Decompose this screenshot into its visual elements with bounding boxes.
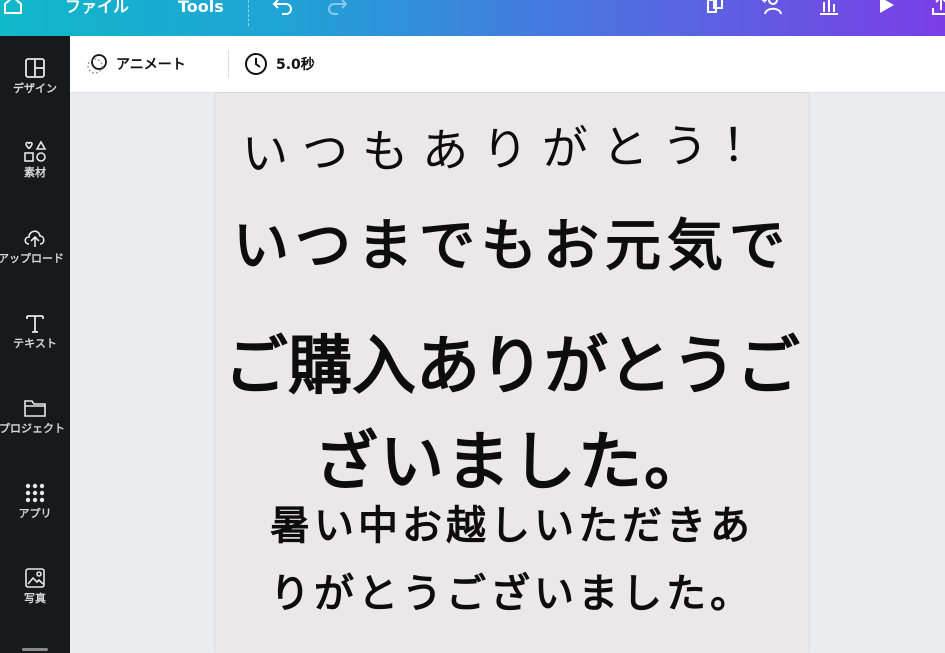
text-line-visit-1[interactable]: 暑い中お越しいただきあ [216, 493, 808, 551]
text-icon [26, 315, 44, 333]
text-line-thanks[interactable]: いつもありがとう！ [216, 108, 808, 184]
sidebar-item-apps[interactable]: アプリ [0, 481, 70, 541]
redo-icon[interactable] [326, 0, 348, 16]
text-line-stay-well[interactable]: いつまでもお元気で [216, 201, 808, 282]
undo-icon[interactable] [272, 0, 294, 16]
sidebar-item-design[interactable]: デザイン [0, 56, 70, 116]
more-items-hint [22, 648, 48, 651]
duration-button[interactable]: 5.0秒 [244, 52, 315, 76]
tools-menu[interactable]: Tools [178, 0, 224, 18]
apps-icon [25, 483, 45, 503]
home-icon[interactable] [2, 0, 24, 16]
text-line-visit-2[interactable]: りがとうございました。 [216, 561, 808, 619]
upload-icon [24, 230, 45, 247]
sidebar-item-text[interactable]: テキスト [0, 311, 70, 371]
sidebar-item-label: アップロード [0, 252, 64, 265]
sidebar-item-label: 写真 [24, 592, 46, 605]
photo-icon [25, 568, 45, 588]
topbar-divider [248, 0, 250, 26]
sidebar-item-label: アプリ [18, 507, 52, 520]
upload-share-icon[interactable] [930, 0, 945, 16]
sidebar-item-elements[interactable]: 素材 [0, 140, 70, 200]
sidebar-item-label: プロジェクト [0, 422, 65, 435]
animate-icon [87, 54, 107, 74]
sidebar-item-projects[interactable]: プロジェクト [0, 396, 70, 456]
duration-label: 5.0秒 [276, 57, 315, 73]
left-sidebar: デザイン 素材 アップロード テキスト プロジェクト アプリ 写真 [0, 36, 70, 653]
design-page[interactable]: いつもありがとう！ いつまでもお元気で ご購入ありがとうご ざいました。 暑い中… [216, 93, 808, 653]
folder-icon [24, 400, 46, 417]
animate-label: アニメート [116, 57, 186, 73]
text-line-purchase-1[interactable]: ご購入ありがとうご [216, 315, 808, 407]
clock-icon [245, 53, 267, 75]
resize-icon[interactable] [704, 0, 726, 16]
sidebar-item-label: デザイン [13, 82, 57, 95]
top-menu-bar: ファイル Tools [0, 0, 945, 36]
sidebar-item-label: 素材 [24, 166, 46, 179]
sidebar-item-label: テキスト [13, 337, 57, 350]
text-line-purchase-2[interactable]: ざいました。 [216, 411, 808, 503]
canvas-area: いつもありがとう！ いつまでもお元気で ご購入ありがとうご ざいました。 暑い中… [70, 93, 945, 653]
toolbar-divider [228, 50, 229, 78]
share-people-icon[interactable] [760, 0, 782, 16]
file-menu[interactable]: ファイル [65, 0, 129, 18]
layout-icon [25, 58, 45, 78]
animate-button[interactable]: アニメート [86, 52, 186, 76]
analytics-icon[interactable] [818, 0, 840, 16]
play-icon[interactable] [875, 0, 897, 16]
elements-icon [24, 140, 47, 162]
editor-toolbar: アニメート 5.0秒 [70, 36, 945, 93]
sidebar-item-upload[interactable]: アップロード [0, 226, 70, 286]
sidebar-item-photos[interactable]: 写真 [0, 566, 70, 626]
